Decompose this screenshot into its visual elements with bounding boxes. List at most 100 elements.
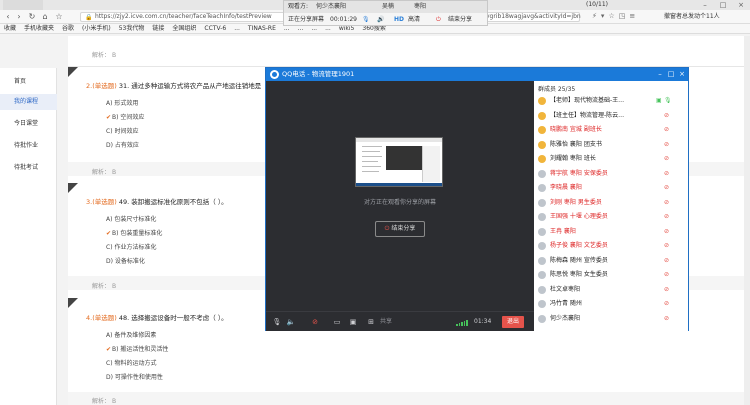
member-name: 陈梅森 随州 宣传委员 <box>550 256 608 264</box>
signal-icon <box>456 320 468 326</box>
dropdown-icon[interactable]: ▾ <box>601 12 605 20</box>
avatar <box>538 169 546 178</box>
bookmark-item[interactable]: (小米手机) <box>82 24 111 33</box>
microphone-icon[interactable]: 🎙 <box>272 316 282 328</box>
hd-icon[interactable]: HD <box>394 14 404 26</box>
bookmark-item[interactable]: 全国组织 <box>172 24 196 33</box>
member-name: 杜文卓枣阳 <box>550 285 581 293</box>
bookmark-item[interactable]: 谷歌 <box>62 24 74 33</box>
question-title: 3.(单选题) 49. 装卸搬运标准化原则不包括（ ）。 <box>86 196 228 206</box>
qq-title-bar[interactable]: QQ电话 - 物流管理1901 – □ × <box>266 68 688 81</box>
menu-item-pending-homework[interactable]: 待批作业 <box>0 138 57 154</box>
camera-off-icon[interactable]: ⊘ <box>310 316 320 328</box>
minimize-icon[interactable]: – <box>696 0 714 10</box>
avatar <box>538 140 546 149</box>
microphone-muted-icon: ⊘ <box>664 198 670 206</box>
power-icon[interactable]: ⏻ <box>436 14 441 26</box>
member-name: 陈思悦 枣阳 女生委员 <box>550 271 608 278</box>
bookmark-item[interactable]: 链接 <box>152 24 164 33</box>
bookmark-item[interactable]: 53我代物 <box>119 24 145 33</box>
bookmark-item[interactable]: 收藏 <box>4 24 16 33</box>
member-row[interactable]: 王国强 十堰 心理委员 ⊘ <box>534 211 688 223</box>
bookmark-icon[interactable]: ☆ <box>608 12 614 20</box>
member-row[interactable]: 何少杰襄阳 ⊘ <box>534 313 688 325</box>
avatar <box>538 271 546 279</box>
member-row[interactable]: 晓鹏南 宜城 副班长 ⊘ <box>534 124 688 136</box>
back-icon[interactable]: ‹ <box>3 12 13 22</box>
qq-minimize-icon[interactable]: – <box>656 68 664 81</box>
speaker-name: 吴楠 <box>382 3 395 10</box>
bookmark-item[interactable]: 手机收藏夹 <box>24 24 54 33</box>
question-text: 48. 选择搬运设备时一般不考虑（ ）。 <box>118 314 228 322</box>
member-name: 何少杰襄阳 <box>550 314 581 322</box>
menu-item-home[interactable]: 首页 <box>0 74 57 90</box>
browser-tab-right[interactable]: (10/11) <box>582 0 642 10</box>
microphone-muted-icon: ⊘ <box>664 213 670 220</box>
qq-call-controls: 🎙 🔈 ⊘ ▭ ▣ ⊞ 共享 01:34 退出 <box>266 311 534 331</box>
menu-item-today-class[interactable]: 今日课堂 <box>0 116 57 132</box>
page-scrollbar[interactable] <box>744 36 750 405</box>
stop-share-button[interactable]: 结束分享 <box>448 14 472 26</box>
screen-share-icon[interactable]: ▭ <box>332 316 342 328</box>
member-name: 李晓晨 襄阳 <box>550 184 582 191</box>
speaker-icon[interactable]: 🔈 <box>286 316 296 328</box>
home-icon[interactable]: ⌂ <box>40 12 50 22</box>
share-icon[interactable]: ⊞ <box>366 316 376 328</box>
qq-title: QQ电话 - 物流管理1901 <box>282 70 355 78</box>
star-icon[interactable]: ☆ <box>54 12 64 22</box>
qq-close-icon[interactable]: × <box>678 68 686 81</box>
question-type: (单选题) <box>92 198 117 206</box>
member-row[interactable]: 陈雅怡 襄阳 团支书 ⊘ <box>534 139 688 151</box>
member-row[interactable]: 刘刚 枣阳 男生委员 ⊘ <box>534 197 688 209</box>
member-row[interactable]: 【老师】现代物流基础-王… ▣ 🎙 <box>534 95 688 107</box>
share-label[interactable]: 共享 <box>380 316 392 328</box>
menu-item-pending-exams[interactable]: 待批考试 <box>0 160 57 176</box>
qq-maximize-icon[interactable]: □ <box>667 68 675 81</box>
bookmark-item[interactable]: TINAS-RE <box>248 24 276 33</box>
bookmark-item[interactable]: ... <box>234 24 240 33</box>
browser-tab[interactable] <box>3 0 43 10</box>
option: D) 可操作性和使用性 <box>106 374 163 381</box>
menu-item-my-courses[interactable]: 我的课程 <box>0 94 57 110</box>
option: A) 备件及维修因素 <box>106 332 157 339</box>
member-row[interactable]: 【班主任】物流管理-陈云… ⊘ <box>534 110 688 122</box>
extension-icon[interactable]: ◳ <box>619 12 626 20</box>
menu-icon[interactable]: ≡ <box>629 12 635 20</box>
end-share-button[interactable]: ⏻ 结束分享 <box>375 221 425 237</box>
speaker-icon[interactable]: 🔊 <box>377 14 384 26</box>
microphone-icon[interactable]: 🎙 <box>362 14 370 26</box>
member-list: 群成员 25/35 【老师】现代物流基础-王… ▣ 🎙 【班主任】物流管理-陈云… ⊘ 晓… <box>534 81 688 331</box>
qq-call-window: QQ电话 - 物流管理1901 – □ × 对方正在观看你分享的屏幕 ⏻ 结束分享… <box>265 67 689 331</box>
member-row[interactable]: 杨子俊 襄阳 文艺委员 ⊘ <box>534 240 688 252</box>
refresh-icon[interactable]: ↻ <box>27 12 37 22</box>
member-row[interactable]: 陈梅森 随州 宣传委员 ⊘ <box>534 255 688 267</box>
question-corner <box>68 183 78 193</box>
watching-message: 对方正在观看你分享的屏幕 <box>363 199 436 206</box>
member-row[interactable]: 王冉 襄阳 ⊘ <box>534 226 688 238</box>
maximize-icon[interactable]: □ <box>714 0 732 10</box>
member-row[interactable]: 杜文卓枣阳 ⊘ <box>534 284 688 296</box>
forward-icon[interactable]: › <box>14 12 24 22</box>
member-name: 刘刚 枣阳 男生委员 <box>550 198 602 206</box>
analysis-value: B <box>111 283 117 290</box>
close-icon[interactable]: × <box>732 0 750 10</box>
microphone-muted-icon: ⊘ <box>664 155 670 162</box>
hd-label[interactable]: 高清 <box>408 14 420 26</box>
member-row[interactable]: 李晓晨 襄阳 ⊘ <box>534 182 688 194</box>
question-type: (单选题) <box>92 82 117 90</box>
analysis-label: 解析： <box>92 398 111 405</box>
analysis-value: B <box>111 52 117 59</box>
member-row[interactable]: 冯竹青 随州 ⊘ <box>534 298 688 310</box>
analysis-label: 解析： <box>92 169 111 176</box>
url-tail: vgrib18wagjavg&activityId=jbn <box>486 13 581 20</box>
avatar <box>538 285 546 294</box>
member-row[interactable]: 陈思悦 枣阳 女生委员 ⊘ <box>534 269 688 281</box>
member-row[interactable]: 蒋宇航 枣阳 安保委员 ⊘ <box>534 168 688 180</box>
option: A) 包装尺寸标准化 <box>106 216 157 223</box>
member-row[interactable]: 刘耀翰 枣阳 班长 ⊘ <box>534 153 688 165</box>
lightning-icon[interactable]: ⚡ <box>592 12 597 20</box>
bookmark-item[interactable]: CCTV-6 <box>204 24 226 33</box>
exit-call-button[interactable]: 退出 <box>502 316 524 328</box>
question-corner <box>68 67 78 77</box>
whiteboard-icon[interactable]: ▣ <box>348 316 358 328</box>
